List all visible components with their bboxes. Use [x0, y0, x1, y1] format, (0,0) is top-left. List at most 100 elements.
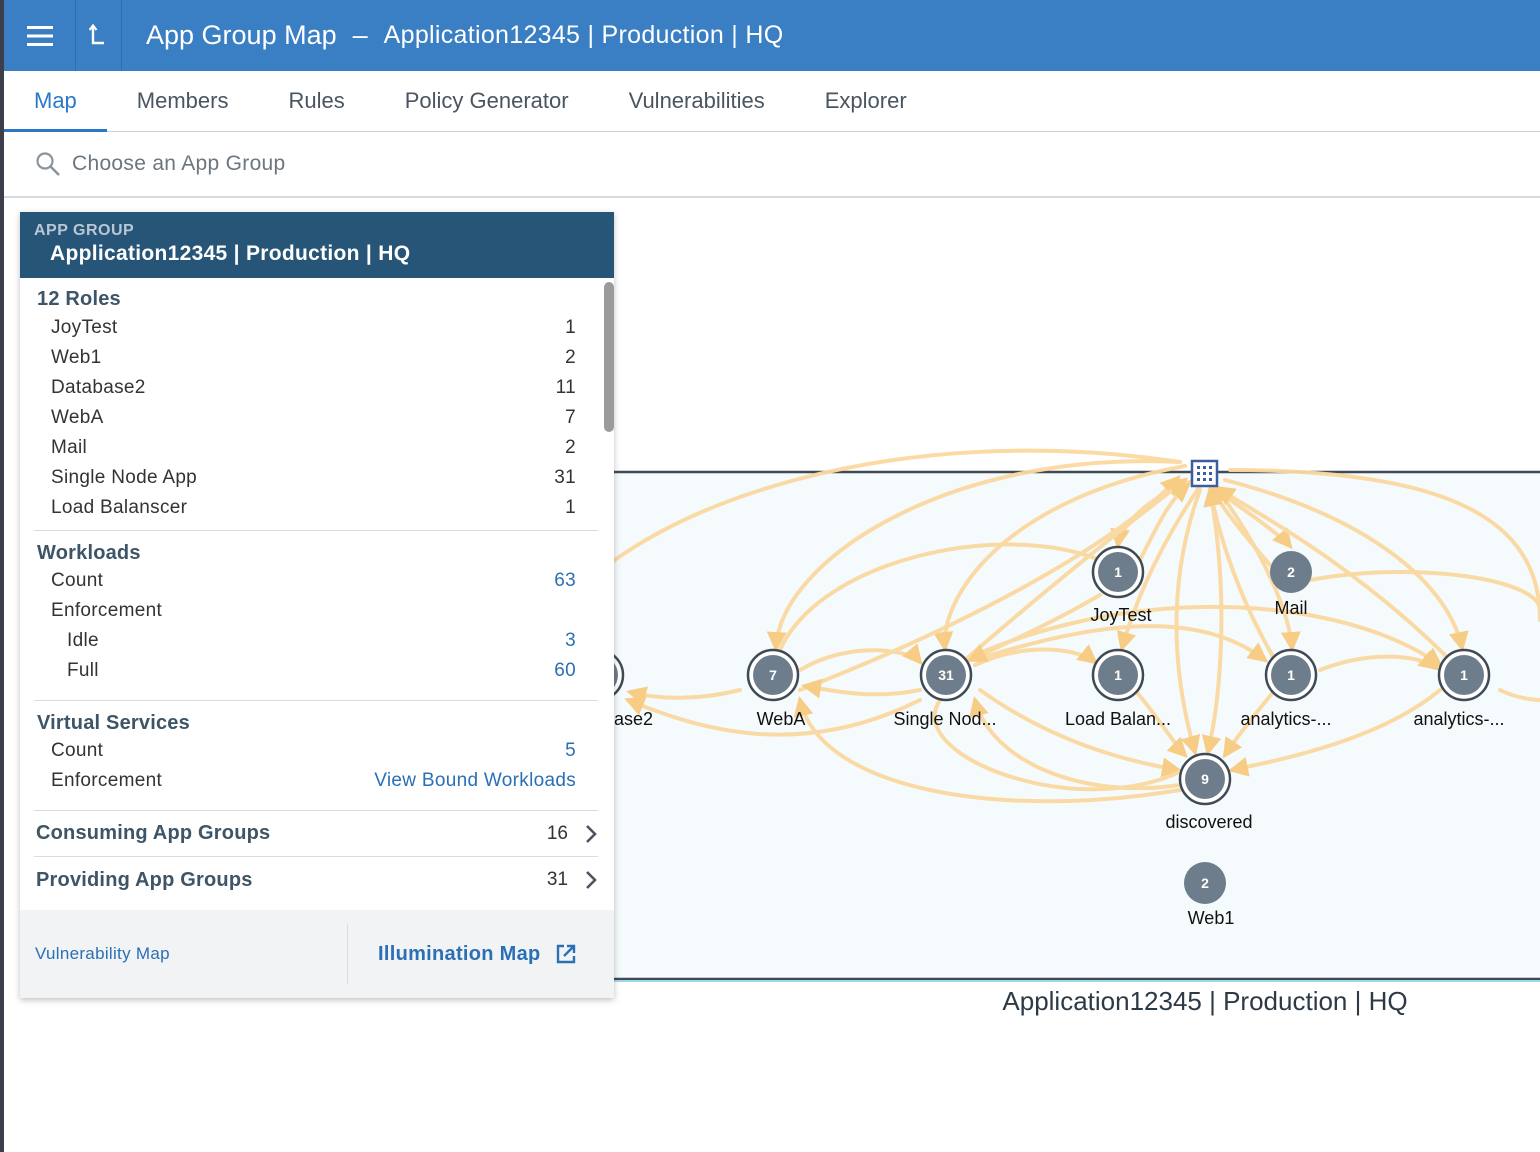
go-up-button[interactable]: [76, 0, 122, 71]
role-value: 2: [565, 437, 576, 458]
role-node-mail[interactable]: 2: [1270, 551, 1312, 593]
virtual-services-count-link[interactable]: 5: [565, 740, 576, 762]
roles-section: 12 Roles JoyTest 1 Web1 2 Database2 11 WebA…: [34, 278, 598, 531]
role-node-analytics-2[interactable]: 1: [1437, 648, 1491, 702]
role-node-analytics-1-count: 1: [1287, 667, 1295, 683]
role-node-weba-count: 7: [769, 667, 777, 683]
role-node-database2-label: ase2: [614, 709, 653, 729]
role-node-mail-label: Mail: [1274, 598, 1307, 618]
role-value: 1: [565, 317, 576, 338]
role-value: 1: [565, 497, 576, 518]
role-row[interactable]: JoyTest 1: [34, 313, 598, 343]
role-node-web1[interactable]: 2: [1184, 862, 1226, 904]
role-value: 31: [554, 467, 576, 488]
roles-title: 12 Roles: [37, 288, 121, 310]
workloads-idle-row: Idle 3: [34, 626, 598, 656]
providing-app-groups-count: 31: [546, 869, 568, 890]
role-value: 11: [555, 377, 576, 398]
illumination-map-link[interactable]: Illumination Map: [378, 943, 577, 966]
tab-explorer[interactable]: Explorer: [795, 71, 937, 131]
tab-rules[interactable]: Rules: [258, 71, 374, 131]
workloads-enforcement-row: Enforcement: [34, 596, 598, 626]
role-value: 7: [565, 407, 576, 428]
search-input[interactable]: Choose an App Group: [72, 152, 286, 176]
level-up-icon: [88, 23, 104, 44]
tab-members[interactable]: Members: [107, 71, 259, 131]
role-node-joytest-label: JoyTest: [1090, 605, 1151, 625]
workloads-section: Workloads Count 63 Enforcement Idle 3 Full…: [34, 531, 598, 701]
role-row[interactable]: Load Balanscer 1: [34, 493, 598, 523]
role-node-analytics-1[interactable]: 1: [1264, 648, 1318, 702]
role-node-single-node-app-label: Single Nod...: [893, 709, 996, 729]
role-label: Web1: [51, 347, 102, 368]
virtual-services-enforcement-row: Enforcement View Bound Workloads: [34, 766, 598, 796]
vulnerability-map-link[interactable]: Vulnerability Map: [35, 944, 347, 964]
workloads-count-label: Count: [51, 570, 104, 591]
role-node-web1-count: 2: [1201, 875, 1209, 891]
role-node-load-balancer-label: Load Balan...: [1065, 709, 1171, 729]
tab-bar: Map Members Rules Policy Generator Vulne…: [4, 71, 1540, 132]
providing-app-groups-row[interactable]: Providing App Groups 31: [34, 857, 598, 903]
page-title: App Group Map – Application12345 | Produ…: [146, 20, 783, 51]
role-node-load-balancer-count: 1: [1114, 667, 1122, 683]
illumination-map-label: Illumination Map: [378, 942, 541, 965]
workloads-full-row: Full 60: [34, 656, 598, 686]
workloads-count-link[interactable]: 63: [554, 570, 576, 592]
role-node-single-node-app[interactable]: 31: [919, 648, 973, 702]
tab-vulnerabilities[interactable]: Vulnerabilities: [599, 71, 795, 131]
role-row[interactable]: Single Node App 31: [34, 463, 598, 493]
workloads-idle-link[interactable]: 3: [565, 630, 576, 652]
hamburger-menu-button[interactable]: [4, 0, 76, 71]
role-value: 2: [565, 347, 576, 368]
role-label: JoyTest: [51, 317, 118, 338]
role-node-joytest-count: 1: [1114, 564, 1122, 580]
workloads-idle-label: Idle: [67, 630, 99, 651]
virtual-services-title: Virtual Services: [37, 712, 190, 734]
internet-hub-node[interactable]: [1190, 459, 1219, 488]
role-node-discovered[interactable]: 9: [1178, 752, 1232, 806]
virtual-services-section: Virtual Services Count 5 Enforcement View …: [34, 701, 598, 811]
app-group-search[interactable]: Choose an App Group: [4, 132, 1540, 198]
role-label: Database2: [51, 377, 146, 398]
role-node-discovered-label: discovered: [1165, 812, 1252, 832]
role-label: Mail: [51, 437, 88, 458]
workloads-full-link[interactable]: 60: [554, 660, 576, 682]
workloads-count-row: Count 63: [34, 566, 598, 596]
role-node-weba-label: WebA: [757, 709, 806, 729]
app-title: App Group Map: [146, 20, 337, 50]
title-separator: –: [352, 20, 368, 50]
view-bound-workloads-link[interactable]: View Bound Workloads: [374, 770, 576, 792]
role-row[interactable]: Web1 2: [34, 343, 598, 373]
virtual-services-enforcement-label: Enforcement: [51, 770, 163, 791]
chevron-right-icon: [586, 824, 597, 843]
role-node-analytics-2-label: analytics-...: [1413, 709, 1504, 729]
role-node-load-balancer[interactable]: 1: [1091, 648, 1145, 702]
role-node-analytics-1-label: analytics-...: [1240, 709, 1331, 729]
top-bar: App Group Map – Application12345 | Produ…: [4, 0, 1540, 71]
consuming-app-groups-row[interactable]: Consuming App Groups 16: [34, 811, 598, 857]
virtual-services-count-label: Count: [51, 740, 104, 761]
workloads-enforcement-label: Enforcement: [51, 600, 163, 621]
role-label: Single Node App: [51, 467, 198, 488]
footer-divider: [347, 924, 348, 984]
tab-policy-generator[interactable]: Policy Generator: [375, 71, 599, 131]
virtual-services-count-row: Count 5: [34, 736, 598, 766]
role-node-weba[interactable]: 7: [746, 648, 800, 702]
tab-map[interactable]: Map: [4, 71, 107, 132]
consuming-app-groups-count: 16: [546, 822, 568, 844]
role-node-joytest[interactable]: 1: [1091, 545, 1145, 599]
role-row[interactable]: Mail 2: [34, 433, 598, 463]
search-icon: [36, 152, 60, 176]
workloads-full-label: Full: [67, 660, 99, 681]
role-label: Load Balanscer: [51, 497, 188, 518]
panel-scrollbar[interactable]: [604, 282, 614, 432]
workloads-title: Workloads: [37, 542, 141, 564]
role-row[interactable]: Database2 11: [34, 373, 598, 403]
app-group-panel: APP GROUP Application12345 | Production …: [20, 212, 614, 998]
panel-body[interactable]: 12 Roles JoyTest 1 Web1 2 Database2 11 WebA…: [20, 278, 614, 910]
role-node-discovered-count: 9: [1201, 771, 1209, 787]
chevron-right-icon: [586, 871, 597, 889]
role-node-web1-label: Web1: [1188, 908, 1235, 928]
role-row[interactable]: WebA 7: [34, 403, 598, 433]
panel-footer: Vulnerability Map Illumination Map: [20, 910, 614, 998]
